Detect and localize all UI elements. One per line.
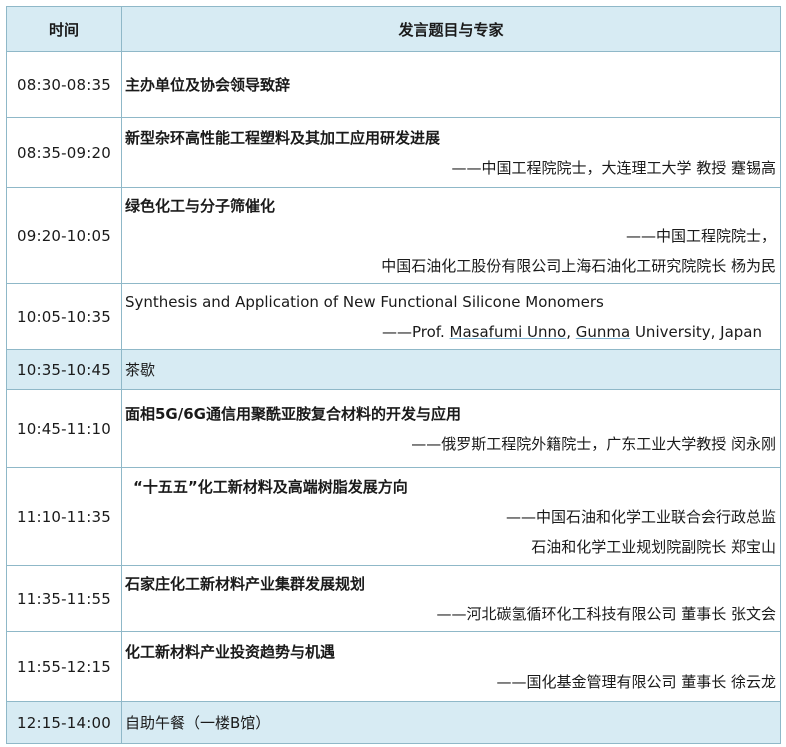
time-cell: 11:55-12:15: [6, 631, 122, 702]
time-cell: 08:30-08:35: [6, 51, 122, 118]
table-row: 09:20-10:05 绿色化工与分子筛催化 ——中国工程院院士， 中国石油化工…: [6, 187, 781, 284]
speaker-line: ——国化基金管理有限公司 董事长 徐云龙: [496, 672, 776, 691]
table-row: 11:35-11:55 石家庄化工新材料产业集群发展规划 ——河北碳氢循环化工科…: [6, 565, 781, 632]
speaker-line: ——中国石油和化学工业联合会行政总监: [505, 507, 776, 526]
speaker-org: Gunma: [575, 322, 631, 341]
time-cell: 11:10-11:35: [6, 467, 122, 566]
content-cell: 绿色化工与分子筛催化 ——中国工程院院士， 中国石油化工股份有限公司上海石油化工…: [121, 187, 781, 284]
content-cell: 石家庄化工新材料产业集群发展规划 ——河北碳氢循环化工科技有限公司 董事长 张文…: [121, 565, 781, 632]
speaker-line: 石油和化学工业规划院副院长 郑宝山: [531, 537, 776, 556]
session-title: Synthesis and Application of New Functio…: [125, 292, 604, 311]
table-row: 10:05-10:35 Synthesis and Application of…: [6, 283, 781, 350]
session-title: 自助午餐（一楼B馆）: [125, 713, 271, 732]
speaker-line: ——中国工程院院士，大连理工大学 教授 蹇锡高: [451, 158, 776, 177]
content-cell: 新型杂环高性能工程塑料及其加工应用研发进展 ——中国工程院院士，大连理工大学 教…: [121, 117, 781, 188]
table-row: 11:55-12:15 化工新材料产业投资趋势与机遇 ——国化基金管理有限公司 …: [6, 631, 781, 702]
content-cell: 主办单位及协会领导致辞: [121, 51, 781, 118]
header-topic: 发言题目与专家: [121, 6, 781, 52]
speaker-prefix: ——Prof.: [382, 322, 450, 341]
content-cell: Synthesis and Application of New Functio…: [121, 283, 781, 350]
time-cell: 11:35-11:55: [6, 565, 122, 632]
table-row: 10:45-11:10 面相5G/6G通信用聚酰亚胺复合材料的开发与应用 ——俄…: [6, 389, 781, 468]
header-row: 时间 发言题目与专家: [6, 6, 781, 52]
content-cell: “十五五”化工新材料及高端树脂发展方向 ——中国石油和化学工业联合会行政总监 石…: [121, 467, 781, 566]
speaker-name: Masafumi Unno: [449, 322, 567, 341]
time-cell: 09:20-10:05: [6, 187, 122, 284]
speaker-line: ——河北碳氢循环化工科技有限公司 董事长 张文会: [436, 604, 776, 623]
session-title: 石家庄化工新材料产业集群发展规划: [125, 574, 366, 593]
session-title: 化工新材料产业投资趋势与机遇: [125, 642, 336, 661]
content-cell: 茶歇: [121, 349, 781, 390]
time-cell: 08:35-09:20: [6, 117, 122, 188]
session-title: 面相5G/6G通信用聚酰亚胺复合材料的开发与应用: [125, 404, 461, 423]
agenda-table: 时间 发言题目与专家 08:30-08:35 主办单位及协会领导致辞 08:35…: [6, 6, 781, 744]
speaker-line: 中国石油化工股份有限公司上海石油化工研究院院长 杨为民: [381, 256, 776, 275]
speaker-line: ——俄罗斯工程院外籍院士，广东工业大学教授 闵永刚: [411, 434, 776, 453]
table-row: 12:15-14:00 自助午餐（一楼B馆）: [6, 701, 781, 744]
content-cell: 化工新材料产业投资趋势与机遇 ——国化基金管理有限公司 董事长 徐云龙: [121, 631, 781, 702]
time-cell: 10:35-10:45: [6, 349, 122, 390]
header-time: 时间: [6, 6, 122, 52]
session-title: 新型杂环高性能工程塑料及其加工应用研发进展: [125, 128, 441, 147]
time-cell: 12:15-14:00: [6, 701, 122, 744]
speaker-line: ——中国工程院院士，: [625, 226, 776, 245]
session-title: 绿色化工与分子筛催化: [125, 196, 276, 215]
table-row: 08:35-09:20 新型杂环高性能工程塑料及其加工应用研发进展 ——中国工程…: [6, 117, 781, 188]
speaker-line: ——Prof. Masafumi Unno, Gunma University,…: [125, 317, 776, 347]
content-cell: 自助午餐（一楼B馆）: [121, 701, 781, 744]
session-title: 主办单位及协会领导致辞: [125, 75, 291, 94]
speaker-separator: ,: [566, 322, 576, 341]
session-title: 茶歇: [125, 360, 156, 379]
time-cell: 10:05-10:35: [6, 283, 122, 350]
session-title: “十五五”化工新材料及高端树脂发展方向: [133, 477, 408, 496]
table-row: 08:30-08:35 主办单位及协会领导致辞: [6, 51, 781, 118]
table-row: 11:10-11:35 “十五五”化工新材料及高端树脂发展方向 ——中国石油和化…: [6, 467, 781, 566]
speaker-suffix: University, Japan: [630, 322, 762, 341]
content-cell: 面相5G/6G通信用聚酰亚胺复合材料的开发与应用 ——俄罗斯工程院外籍院士，广东…: [121, 389, 781, 468]
table-row: 10:35-10:45 茶歇: [6, 349, 781, 390]
time-cell: 10:45-11:10: [6, 389, 122, 468]
